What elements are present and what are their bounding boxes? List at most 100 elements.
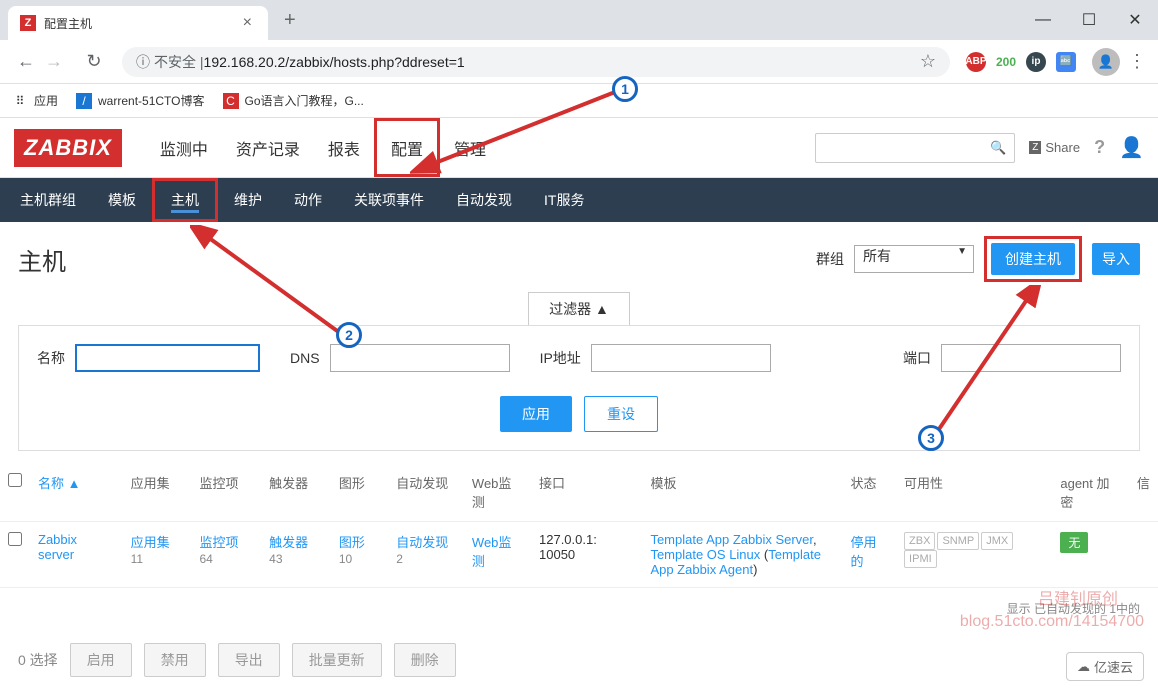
nav-inventory[interactable]: 资产记录 <box>222 118 314 177</box>
col-discovery[interactable]: 自动发现 <box>388 463 464 522</box>
graphs-link[interactable]: 图形 10 <box>339 535 365 566</box>
bookmark-star-icon[interactable]: ☆ <box>920 51 936 72</box>
col-availability: 可用性 <box>896 463 1052 522</box>
profile-avatar[interactable]: 👤 <box>1092 48 1120 76</box>
bulk-export-button[interactable]: 导出 <box>218 643 280 677</box>
browser-toolbar: ← → ↻ ⓘ 不安全 | 192.168.20.2/zabbix/hosts.… <box>0 40 1158 84</box>
browser-tab[interactable]: Z 配置主机 × <box>8 6 268 40</box>
maximize-icon[interactable]: ☐ <box>1066 0 1112 40</box>
col-triggers[interactable]: 触发器 <box>261 463 331 522</box>
filter-ip-label: IP地址 <box>540 348 581 368</box>
user-icon[interactable]: 👤 <box>1119 135 1144 160</box>
apps-link[interactable]: 应用集 11 <box>131 535 170 566</box>
col-items[interactable]: 监控项 <box>191 463 261 522</box>
extensions: ABP 200 ip 🔤 <box>958 52 1084 72</box>
filter-port-input[interactable] <box>941 344 1121 372</box>
apps-shortcut[interactable]: ⠿ 应用 <box>12 92 58 109</box>
template-link[interactable]: Template OS Linux <box>650 547 760 562</box>
share-label: Share <box>1045 140 1080 155</box>
new-tab-button[interactable]: + <box>284 9 296 32</box>
forward-button[interactable]: → <box>40 48 68 76</box>
ip-extension-icon[interactable]: ip <box>1026 52 1046 72</box>
table-header-row: 名称 ▲ 应用集 监控项 触发器 图形 自动发现 Web监测 接口 模板 状态 … <box>0 463 1158 522</box>
reload-button[interactable]: ↻ <box>80 48 108 76</box>
bulk-disable-button[interactable]: 禁用 <box>144 643 206 677</box>
subnav-discovery[interactable]: 自动发现 <box>440 178 528 222</box>
bulk-massupdate-button[interactable]: 批量更新 <box>292 643 382 677</box>
search-input[interactable]: 🔍 <box>815 133 1015 163</box>
bookmark-2[interactable]: C Go语言入门教程，G... <box>223 92 364 109</box>
minimize-icon[interactable]: — <box>1020 0 1066 40</box>
subnav-correlation[interactable]: 关联项事件 <box>338 178 440 222</box>
items-link[interactable]: 监控项 64 <box>199 535 238 566</box>
header-right: 🔍 Z Share ? 👤 <box>815 133 1144 163</box>
filter-apply-button[interactable]: 应用 <box>500 396 572 432</box>
apps-icon: ⠿ <box>12 93 28 109</box>
help-icon[interactable]: ? <box>1094 137 1105 158</box>
host-name-link[interactable]: Zabbix server <box>38 532 77 562</box>
filter-buttons: 应用 重设 <box>37 396 1121 432</box>
window-controls: — ☐ ✕ <box>1020 0 1158 40</box>
interface-cell: 127.0.0.1: 10050 <box>531 522 642 588</box>
address-bar[interactable]: ⓘ 不安全 | 192.168.20.2/zabbix/hosts.php?dd… <box>122 47 950 77</box>
browser-menu-icon[interactable]: ⋮ <box>1128 51 1146 72</box>
avail-ipmi: IPMI <box>904 550 937 568</box>
back-button[interactable]: ← <box>12 48 40 76</box>
table-row: Zabbix server 应用集 11 监控项 64 触发器 43 图形 10… <box>0 522 1158 588</box>
nav-administration[interactable]: 管理 <box>440 118 500 177</box>
sub-nav: 主机群组 模板 主机 维护 动作 关联项事件 自动发现 IT服务 <box>0 178 1158 222</box>
triggers-link[interactable]: 触发器 43 <box>269 535 308 566</box>
zabbix-header: ZABBIX 监测中 资产记录 报表 配置 管理 🔍 Z Share ? 👤 <box>0 118 1158 178</box>
create-host-highlight: 创建主机 <box>984 236 1082 282</box>
row-checkbox[interactable] <box>8 532 22 546</box>
filter-name-input[interactable] <box>75 344 260 372</box>
filter-reset-button[interactable]: 重设 <box>584 396 658 432</box>
filter-port-label: 端口 <box>903 348 931 368</box>
col-status[interactable]: 状态 <box>842 463 896 522</box>
adblock-icon[interactable]: ABP <box>966 52 986 72</box>
extension-counter[interactable]: 200 <box>996 55 1016 69</box>
nav-configuration[interactable]: 配置 <box>374 118 440 177</box>
filter-name-label: 名称 <box>37 348 65 368</box>
nav-reports[interactable]: 报表 <box>314 118 374 177</box>
import-button[interactable]: 导入 <box>1092 243 1140 275</box>
col-web[interactable]: Web监测 <box>464 463 531 522</box>
tab-close-icon[interactable]: × <box>239 14 256 32</box>
subnav-hostgroups[interactable]: 主机群组 <box>4 178 92 222</box>
status-link[interactable]: 停用的 <box>850 535 876 569</box>
col-graphs[interactable]: 图形 <box>331 463 388 522</box>
filter-dns-input[interactable] <box>330 344 510 372</box>
select-all-checkbox[interactable] <box>8 473 22 487</box>
subnav-actions[interactable]: 动作 <box>278 178 338 222</box>
filter-ip-input[interactable] <box>591 344 771 372</box>
site-info-icon[interactable]: ⓘ <box>136 52 150 72</box>
col-templates: 模板 <box>642 463 842 522</box>
col-name[interactable]: 名称 ▲ <box>30 463 123 522</box>
col-info: 信 <box>1129 463 1158 522</box>
subnav-templates[interactable]: 模板 <box>92 178 152 222</box>
tab-favicon-icon: Z <box>20 15 36 31</box>
watermark-author: 吕建钊原创 <box>1038 585 1118 609</box>
discovery-link[interactable]: 自动发现 2 <box>396 535 448 566</box>
zabbix-logo[interactable]: ZABBIX <box>14 129 122 167</box>
page-title: 主机 <box>18 242 66 277</box>
group-select[interactable]: 所有 <box>854 245 974 273</box>
col-apps[interactable]: 应用集 <box>123 463 192 522</box>
bulk-delete-button[interactable]: 删除 <box>394 643 456 677</box>
web-link[interactable]: Web监测 <box>472 535 512 569</box>
subnav-hosts[interactable]: 主机 <box>152 178 218 222</box>
nav-monitoring[interactable]: 监测中 <box>146 118 222 177</box>
subnav-itservices[interactable]: IT服务 <box>528 178 600 222</box>
cloud-icon: ☁ <box>1077 659 1090 675</box>
filter-toggle[interactable]: 过滤器 ▲ <box>528 292 630 325</box>
bookmark-favicon-icon: / <box>76 93 92 109</box>
subnav-maintenance[interactable]: 维护 <box>218 178 278 222</box>
create-host-button[interactable]: 创建主机 <box>991 243 1075 275</box>
avail-zbx: ZBX <box>904 532 935 550</box>
bulk-enable-button[interactable]: 启用 <box>70 643 132 677</box>
close-icon[interactable]: ✕ <box>1112 0 1158 40</box>
bookmark-1[interactable]: / warrent-51CTO博客 <box>76 92 204 109</box>
share-button[interactable]: Z Share <box>1029 140 1080 155</box>
translate-icon[interactable]: 🔤 <box>1056 52 1076 72</box>
template-link[interactable]: Template App Zabbix Server <box>650 532 813 547</box>
